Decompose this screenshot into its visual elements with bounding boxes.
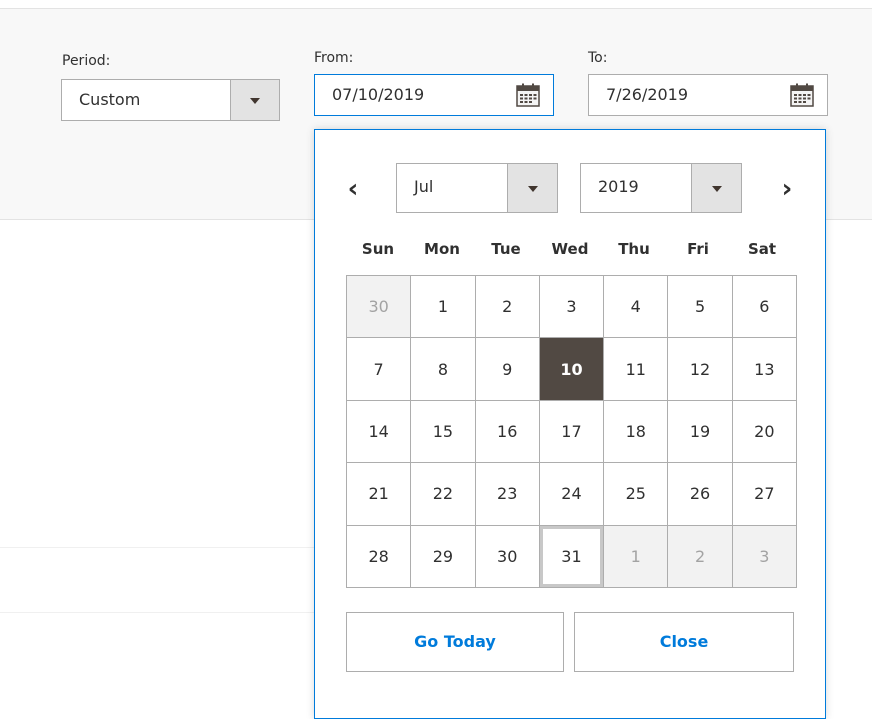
calendar-day[interactable]: 9 [474, 337, 540, 401]
close-button[interactable]: Close [574, 612, 794, 672]
from-date-value: 07/10/2019 [332, 85, 425, 104]
calendar-week-row: 30 1 2 3 4 5 6 [345, 274, 798, 339]
calendar-day[interactable]: 5 [667, 274, 733, 339]
chevron-right-icon[interactable]: › [774, 174, 800, 204]
weekday-header: Mon [424, 240, 460, 258]
calendar-day[interactable]: 12 [667, 337, 733, 401]
go-today-button[interactable]: Go Today [346, 612, 564, 672]
period-label: Period: [62, 53, 111, 69]
from-label: From: [314, 50, 354, 66]
chevron-down-icon [711, 186, 722, 192]
background-divider [0, 547, 314, 548]
calendar-day[interactable]: 18 [603, 399, 669, 464]
calendar-day[interactable]: 26 [667, 462, 733, 526]
period-value: Custom [79, 90, 141, 109]
calendar-day[interactable]: 25 [603, 462, 669, 526]
calendar-day[interactable]: 24 [538, 462, 605, 526]
calendar-day-selected[interactable]: 10 [538, 337, 605, 401]
calendar-day[interactable]: 3 [538, 274, 605, 339]
weekday-header: Fri [687, 240, 709, 258]
month-value: Jul [414, 177, 434, 196]
calendar-day[interactable]: 11 [603, 337, 669, 401]
from-date-input[interactable]: 07/10/2019 [314, 74, 554, 116]
calendar-day[interactable]: 6 [731, 274, 798, 339]
background-divider [0, 612, 314, 613]
year-select[interactable]: 2019 [580, 163, 742, 213]
period-dropdown-toggle[interactable] [230, 80, 279, 120]
calendar-day[interactable]: 2 [474, 274, 540, 339]
period-select[interactable]: Custom [61, 79, 280, 121]
calendar-day[interactable]: 28 [345, 524, 412, 589]
chevron-down-icon [527, 186, 538, 192]
month-dropdown-toggle[interactable] [507, 164, 557, 212]
calendar-grid: 30 1 2 3 4 5 6 7 8 9 10 11 12 13 14 15 1… [345, 274, 798, 589]
calendar-day[interactable]: 17 [538, 399, 605, 464]
calendar-day[interactable]: 2 [667, 524, 733, 589]
calendar-day[interactable]: 8 [410, 337, 476, 401]
calendar-week-row: 14 15 16 17 18 19 20 [345, 399, 798, 464]
year-value: 2019 [598, 177, 639, 196]
calendar-icon[interactable] [790, 83, 814, 107]
chevron-left-icon[interactable]: ‹ [340, 174, 366, 204]
weekday-header: Sat [747, 240, 777, 258]
calendar-day[interactable]: 22 [410, 462, 476, 526]
to-label: To: [588, 50, 608, 66]
weekday-header: Thu [618, 240, 650, 258]
month-select[interactable]: Jul [396, 163, 558, 213]
year-dropdown-toggle[interactable] [691, 164, 741, 212]
calendar-day[interactable]: 7 [345, 337, 412, 401]
calendar-day[interactable]: 29 [410, 524, 476, 589]
calendar-week-row: 28 29 30 31 1 2 3 [345, 524, 798, 589]
weekday-header: Sun [361, 240, 395, 258]
calendar-day[interactable]: 14 [345, 399, 412, 464]
calendar-day[interactable]: 3 [731, 524, 798, 589]
calendar-day[interactable]: 20 [731, 399, 798, 464]
calendar-icon[interactable] [516, 83, 540, 107]
calendar-week-row: 21 22 23 24 25 26 27 [345, 462, 798, 526]
calendar-day[interactable]: 4 [603, 274, 669, 339]
calendar-day[interactable]: 1 [410, 274, 476, 339]
to-date-value: 7/26/2019 [606, 85, 689, 104]
chevron-down-icon [250, 98, 260, 104]
calendar-day[interactable]: 30 [345, 274, 412, 339]
calendar-day[interactable]: 23 [474, 462, 540, 526]
calendar-day[interactable]: 27 [731, 462, 798, 526]
calendar-day-today[interactable]: 31 [538, 524, 605, 589]
calendar-day[interactable]: 13 [731, 337, 798, 401]
calendar-day[interactable]: 30 [474, 524, 540, 589]
calendar-day[interactable]: 15 [410, 399, 476, 464]
calendar-week-row: 7 8 9 10 11 12 13 [345, 337, 798, 401]
calendar-day[interactable]: 19 [667, 399, 733, 464]
to-date-input[interactable]: 7/26/2019 [588, 74, 828, 116]
calendar-day[interactable]: 16 [474, 399, 540, 464]
weekday-header: Tue [491, 240, 521, 258]
calendar-day[interactable]: 21 [345, 462, 412, 526]
calendar-day[interactable]: 1 [603, 524, 669, 589]
top-border [0, 0, 872, 9]
weekday-header: Wed [551, 240, 589, 258]
